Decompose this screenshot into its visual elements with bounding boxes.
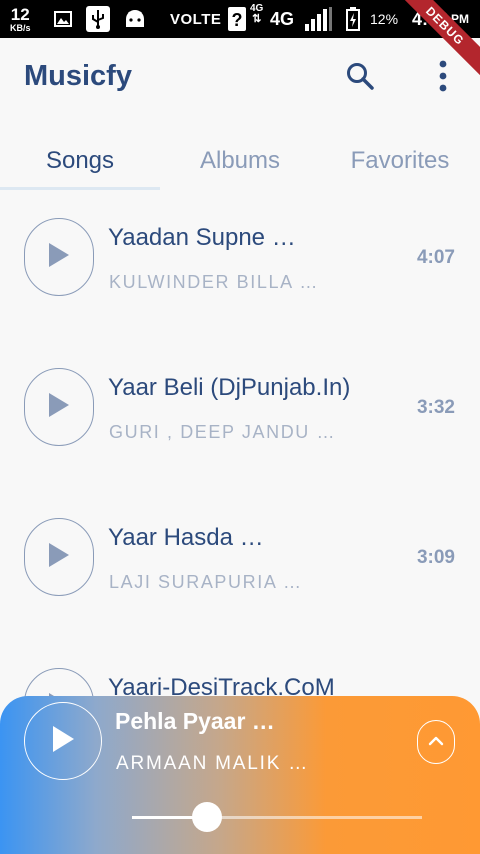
network-speed: 12 KB/s (10, 0, 31, 38)
usb-icon (86, 0, 110, 38)
network-type: 4G (270, 8, 295, 29)
unknown-sim-icon: ? (228, 0, 246, 38)
now-playing-title: Pehla Pyaar … (115, 708, 275, 734)
song-title: Yaar Hasda … (108, 524, 264, 551)
song-row[interactable]: Yaar Hasda … LAJI SURAPURIA … 3:09 (0, 518, 480, 668)
now-playing-artist: ARMAAN MALIK … (116, 753, 310, 774)
volte-label: VOLTE (170, 10, 222, 28)
song-artist: LAJI SURAPURIA … (109, 572, 303, 592)
gallery-icon (54, 0, 72, 38)
progress-thumb[interactable] (192, 802, 223, 832)
now-playing-bar[interactable]: Pehla Pyaar … ARMAAN MALIK … (0, 696, 480, 854)
progress-slider[interactable] (132, 802, 422, 832)
song-play-button[interactable] (24, 368, 94, 446)
svg-text:?: ? (232, 10, 243, 30)
tab-albums[interactable]: Albums (160, 130, 320, 192)
clock-ampm: PM (451, 12, 470, 26)
song-duration: 3:32 (416, 397, 455, 418)
tab-indicator (0, 187, 160, 190)
search-button[interactable] (338, 56, 382, 100)
search-icon (345, 61, 375, 96)
song-play-button[interactable] (24, 218, 94, 296)
status-bar: 12 KB/s VOLTE ? 4G ⇅ 4G 12% 4:52 PM (0, 0, 480, 38)
song-artist: KULWINDER BILLA … (109, 272, 319, 292)
expand-player-button[interactable] (417, 720, 455, 764)
play-icon (48, 542, 70, 572)
data-indicator: 4G ⇅ (250, 4, 263, 34)
app-bar: Musicfy (0, 38, 480, 118)
tab-bar: Songs Albums Favorites (0, 130, 480, 192)
song-artist: GURI , DEEP JANDU … (109, 422, 337, 442)
data-arrows-icon: ⇅ (252, 13, 262, 25)
song-duration: 3:09 (416, 547, 455, 568)
battery-percent: 12% (370, 11, 399, 27)
signal-icon (305, 0, 333, 38)
song-title: Yaar Beli (DjPunjab.In) (108, 374, 351, 401)
song-duration: 4:07 (416, 247, 455, 268)
song-row[interactable]: Yaadan Supne … KULWINDER BILLA … 4:07 (0, 218, 480, 368)
android-icon (124, 0, 146, 38)
play-icon (48, 242, 70, 272)
song-row[interactable]: Yaar Beli (DjPunjab.In) GURI , DEEP JAND… (0, 368, 480, 518)
tab-favorites[interactable]: Favorites (320, 130, 480, 192)
speed-unit: KB/s (10, 22, 31, 33)
tab-songs[interactable]: Songs (0, 130, 160, 192)
clock: 4:52 PM (412, 0, 469, 38)
more-options-button[interactable] (421, 56, 465, 100)
song-title: Yaadan Supne … (108, 224, 296, 251)
speed-value: 12 (10, 4, 30, 24)
app-title: Musicfy (24, 60, 132, 92)
play-icon (48, 392, 70, 422)
chevron-up-icon (428, 733, 444, 751)
song-play-button[interactable] (24, 518, 94, 596)
player-play-button[interactable] (24, 702, 102, 780)
play-icon (51, 725, 75, 757)
clock-time: 4:52 (412, 8, 449, 29)
battery-icon (346, 0, 360, 38)
more-vertical-icon (439, 60, 447, 97)
